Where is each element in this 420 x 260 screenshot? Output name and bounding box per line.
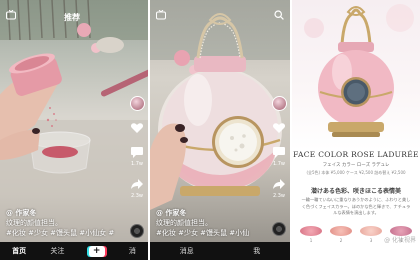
video-1-topbar: 推荐 — [0, 0, 148, 28]
product-subtitle: フェイス カラー ローズ ラデュレ — [322, 163, 390, 168]
shade-swatch[interactable]: 1 — [298, 226, 324, 243]
bottom-nav-1: 首页 关注 + 消 — [0, 242, 148, 260]
product-specs: (全5色) 本体 ¥5,000 ケース ¥2,500 詰め替え ¥2,500 — [306, 170, 406, 175]
create-plus-button[interactable]: + — [88, 245, 105, 257]
caption-text: 纹理的颜值担当。 — [6, 219, 62, 227]
video-panel-2[interactable]: 1.7w 2.3w @ 作家冬 纹理的颜值担当。 #化妆 #少女 #馒头鼠 #小… — [150, 0, 290, 260]
search-icon[interactable] — [274, 10, 284, 20]
creator-avatar[interactable] — [271, 96, 287, 111]
live-tv-icon[interactable] — [156, 10, 166, 20]
shade-label: 3 — [369, 238, 373, 243]
comment-icon[interactable] — [272, 145, 286, 159]
caption-tags[interactable]: #化妆 #少女 #馒头鼠 #小仙 — [156, 228, 249, 238]
nav-message[interactable]: 消息 — [180, 246, 194, 256]
video-2-topbar — [150, 0, 290, 28]
shade-label: 1 — [309, 238, 313, 243]
caption-tags[interactable]: #化妆 #少女 #馒头鼠 #小仙女 # — [6, 228, 114, 238]
comment-count: 1.7w — [130, 161, 144, 167]
caption-text: 纹理的颜值担当。 — [156, 219, 212, 227]
video-2-caption: @ 作家冬 纹理的颜值担当。 #化妆 #少女 #馒头鼠 #小仙 — [156, 208, 249, 238]
music-disc-icon[interactable] — [130, 224, 144, 238]
shade-swatch[interactable]: 2 — [328, 226, 354, 243]
heart-icon[interactable] — [130, 121, 144, 135]
share-count: 2.3w — [130, 193, 144, 199]
video-1-right-rail: 1.7w 2.3w — [129, 96, 145, 199]
share-count: 2.3w — [272, 193, 286, 199]
tab-recommend[interactable]: 推荐 — [64, 12, 80, 23]
nav-home[interactable]: 首页 — [12, 246, 26, 256]
nav-me[interactable]: 我 — [253, 246, 260, 256]
top-tabs: 推荐 — [64, 12, 80, 23]
share-icon[interactable] — [272, 177, 286, 191]
product-title: FACE COLOR ROSE LADURÉE — [293, 150, 419, 159]
comment-count: 1.7w — [272, 161, 286, 167]
product-hero — [292, 0, 420, 150]
product-jar-image — [304, 4, 414, 137]
product-page: FACE COLOR ROSE LADURÉE フェイス カラー ローズ ラデュ… — [292, 0, 420, 260]
live-tv-icon[interactable] — [6, 10, 16, 20]
product-description: 一輪一輪ていねいに重なりあうかのように、ふわりと美しく色づくフェイスカラー。ほの… — [301, 197, 411, 215]
creator-avatar[interactable] — [129, 96, 145, 111]
nav-follow[interactable]: 关注 — [50, 246, 64, 256]
video-panel-1[interactable]: 推荐 1.7w 2.3w @ 作家冬 纹理的颜值担当。 #化妆 #少女 #馒头鼠… — [0, 0, 148, 260]
caption-author[interactable]: @ 作家冬 — [6, 208, 114, 218]
shade-swatch[interactable]: 3 — [358, 226, 384, 243]
share-icon[interactable] — [130, 177, 144, 191]
video-2-right-rail: 1.7w 2.3w — [271, 96, 287, 199]
video-1-caption: @ 作家冬 纹理的颜值担当。 #化妆 #少女 #馒头鼠 #小仙女 # — [6, 208, 114, 238]
comment-icon[interactable] — [130, 145, 144, 159]
nav-message[interactable]: 消 — [129, 246, 136, 256]
shade-label: 2 — [339, 238, 343, 243]
product-headline: 潜けある色彩、咲きほこる表情美 — [310, 188, 401, 195]
heart-icon[interactable] — [272, 121, 286, 135]
caption-author[interactable]: @ 作家冬 — [156, 208, 249, 218]
bottom-nav-2: 消息 我 — [150, 242, 290, 260]
music-disc-icon[interactable] — [272, 222, 286, 236]
watermark: @ 化妆视界 — [384, 237, 416, 244]
